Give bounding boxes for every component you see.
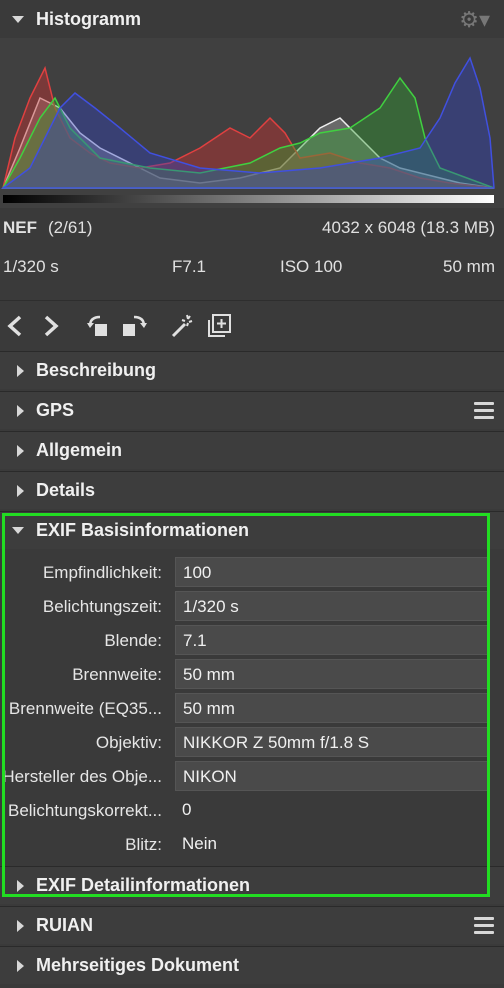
gear-icon[interactable]: ⚙▾ (459, 7, 490, 33)
section-exif-detail[interactable]: EXIF Detailinformationen (0, 866, 504, 904)
section-label: Details (36, 480, 96, 500)
exif-label: Objektiv: (95, 733, 162, 752)
exif-value: Nein (182, 834, 217, 853)
histogram-chart (0, 38, 504, 208)
section-ruian[interactable]: RUIAN (0, 906, 504, 944)
expand-icon (0, 404, 36, 417)
exif-value-field[interactable]: 50 mm (175, 659, 488, 689)
exif-label: Brennweite: (72, 665, 162, 684)
exif-row-aperture: Blende: 7.1 (0, 625, 490, 657)
exif-label: Brennweite (EQ35... (8, 699, 162, 718)
exif-row-focal: Brennweite: 50 mm (0, 659, 490, 691)
exif-label: Blitz: (125, 835, 162, 854)
expand-icon (0, 484, 36, 497)
focal-value: 50 mm (443, 257, 495, 276)
exif-value-field[interactable]: NIKON (175, 761, 488, 791)
section-beschreibung[interactable]: Beschreibung (0, 351, 504, 389)
file-format: NEF (3, 218, 37, 237)
shutter-value: 1/320 s (3, 257, 59, 276)
section-label: GPS (36, 400, 75, 420)
magic-wand-icon[interactable] (168, 312, 196, 340)
exif-row-lens-make: Hersteller des Obje... NIKON (0, 761, 490, 793)
exif-row-lens: Objektiv: NIKKOR Z 50mm f/1.8 S (0, 727, 490, 759)
collapse-icon (0, 527, 36, 534)
section-mehrseitig[interactable]: Mehrseitiges Dokument (0, 946, 504, 984)
histogram-title: Histogramm (36, 8, 142, 29)
expand-icon (0, 444, 36, 457)
section-gps[interactable]: GPS (0, 391, 504, 429)
histogram-header[interactable]: Histogramm ⚙▾ (0, 0, 504, 38)
exif-value-field[interactable]: 1/320 s (175, 591, 488, 621)
exif-label: Empfindlichkeit: (42, 563, 162, 582)
expand-icon (0, 879, 36, 892)
expand-icon (0, 364, 36, 377)
exif-label: Blende: (104, 631, 162, 650)
section-exif-basis[interactable]: EXIF Basisinformationen (0, 511, 504, 549)
exif-label: Belichtungszeit: (42, 597, 162, 616)
exif-row-focal-eq35: Brennweite (EQ35... 50 mm (0, 693, 490, 725)
section-label: Allgemein (36, 440, 123, 460)
menu-icon[interactable] (474, 917, 494, 938)
section-label: Mehrseitiges Dokument (36, 955, 240, 975)
file-index: (2/61) (48, 218, 93, 237)
toolbar (0, 300, 504, 351)
section-label: EXIF Basisinformationen (36, 520, 250, 540)
rotate-right-icon[interactable] (120, 312, 148, 340)
section-details[interactable]: Details (0, 471, 504, 509)
section-label: EXIF Detailinformationen (36, 875, 251, 895)
exif-value-field[interactable]: 100 (175, 557, 488, 587)
section-label: RUIAN (36, 915, 93, 935)
exif-row-flash: Blitz: Nein (0, 829, 490, 861)
exif-row-exposure-comp: Belichtungskorrekt... 0 (0, 795, 490, 827)
add-page-icon[interactable] (205, 312, 233, 340)
exif-row-exposure: Belichtungszeit: 1/320 s (0, 591, 490, 623)
iso-value: ISO 100 (280, 257, 343, 276)
exif-value-field[interactable]: NIKKOR Z 50mm f/1.8 S (175, 727, 488, 757)
file-dimensions: 4032 x 6048 (18.3 MB) (322, 218, 495, 237)
chevron-left-icon[interactable] (2, 312, 30, 340)
section-allgemein[interactable]: Allgemein (0, 431, 504, 469)
collapse-icon (0, 15, 36, 23)
histogram-gradient-bar (3, 195, 494, 203)
expand-icon (0, 919, 36, 932)
exif-value-field[interactable]: 7.1 (175, 625, 488, 655)
exif-label: Hersteller des Obje... (2, 767, 162, 786)
exif-label: Belichtungskorrekt... (7, 801, 162, 820)
section-label: Beschreibung (36, 360, 157, 380)
rotate-left-icon[interactable] (86, 312, 114, 340)
menu-icon[interactable] (474, 402, 494, 423)
exif-row-iso: Empfindlichkeit: 100 (0, 557, 490, 589)
chevron-right-icon[interactable] (36, 312, 64, 340)
aperture-value: F7.1 (172, 257, 207, 276)
expand-icon (0, 959, 36, 972)
exif-value: 0 (182, 800, 192, 819)
exif-value-field[interactable]: 50 mm (175, 693, 488, 723)
